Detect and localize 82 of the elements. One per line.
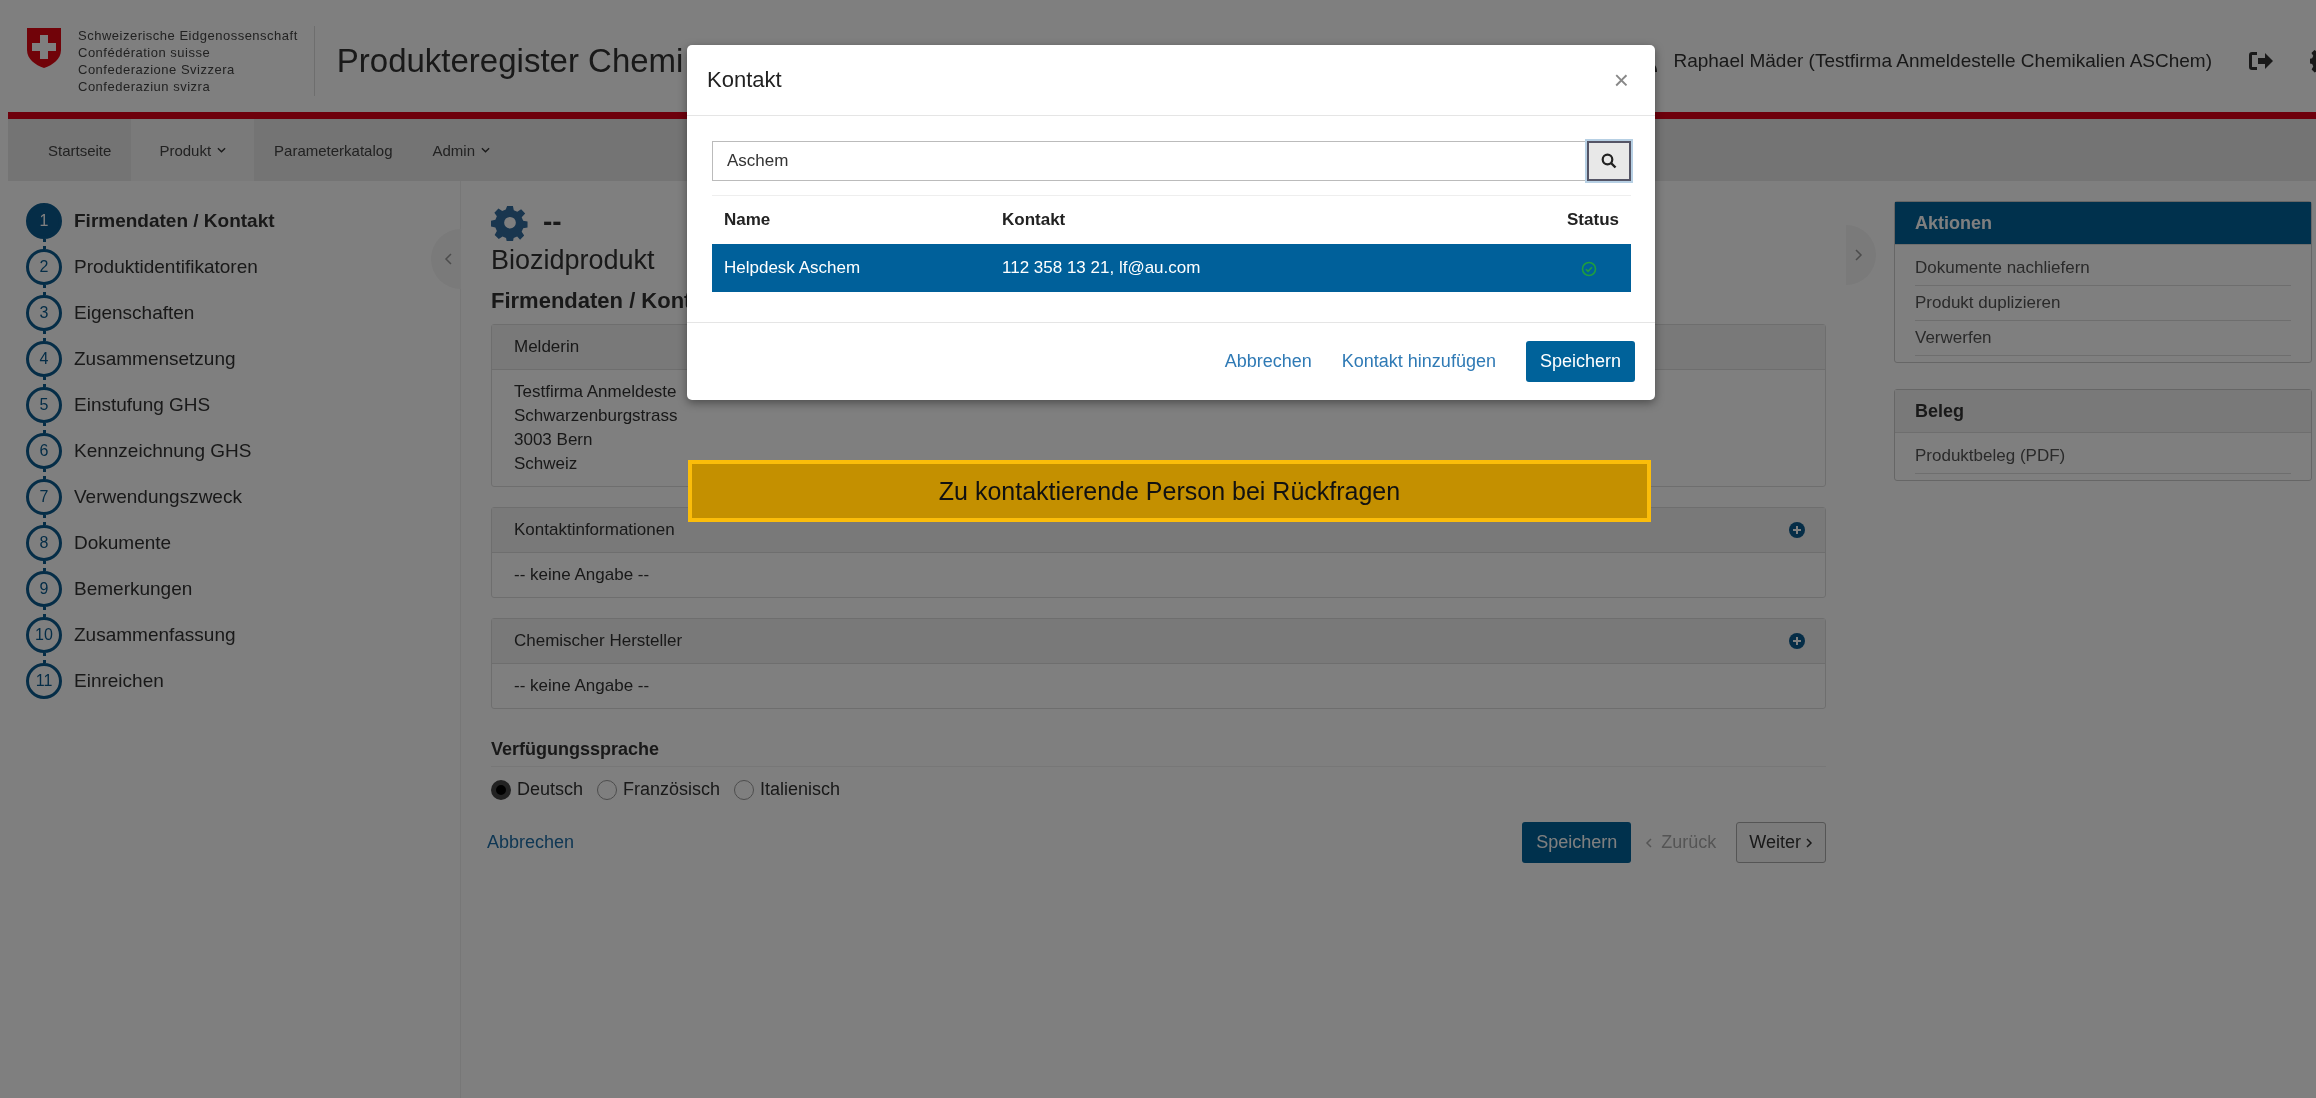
- step-label[interactable]: Zusammenfassung: [74, 624, 236, 646]
- panel-text: Schwarzenburgstrass: [514, 405, 679, 427]
- nav-tab[interactable]: Admin: [412, 119, 510, 181]
- cancel-link[interactable]: Abbrechen: [487, 832, 575, 853]
- step-number[interactable]: 3: [26, 295, 62, 331]
- side-panel-link[interactable]: Dokumente nachliefern: [1915, 251, 2291, 286]
- side-panel-link[interactable]: Produkt duplizieren: [1915, 286, 2291, 321]
- column-header: Status: [1467, 195, 1631, 244]
- step-number[interactable]: 10: [26, 617, 62, 653]
- close-button[interactable]: ×: [1609, 64, 1633, 96]
- step-label[interactable]: Zusammensetzung: [74, 348, 236, 370]
- federation-name: Schweizerische Eidgenossenschaft: [78, 27, 298, 44]
- language-label: Verfügungssprache: [491, 729, 1826, 767]
- panel-text: 3003 Bern: [514, 429, 594, 451]
- panel-text: -- keine Angabe --: [514, 675, 651, 697]
- nav-tab[interactable]: Startseite: [28, 119, 132, 181]
- swiss-flag-icon: [26, 27, 62, 69]
- side-panel-title: Aktionen: [1895, 202, 2311, 245]
- federation-name: Confederaziun svizra: [78, 78, 212, 95]
- panel-title: Melderin: [514, 337, 580, 357]
- federation-name: Confédération suisse: [78, 44, 212, 61]
- panel-text: -- keine Angabe --: [514, 564, 651, 586]
- step-label[interactable]: Produktidentifikatoren: [74, 256, 258, 278]
- step-label[interactable]: Firmendaten / Kontakt: [74, 210, 275, 232]
- dialog-link[interactable]: Abbrechen: [1224, 351, 1312, 372]
- panel-text: Testfirma Anmeldeste: [514, 381, 678, 403]
- nav-tab[interactable]: Produkt: [131, 119, 255, 181]
- caret-icon[interactable]: [217, 147, 227, 153]
- radio-button[interactable]: [491, 779, 511, 800]
- step-number[interactable]: 5: [26, 387, 62, 423]
- search-button[interactable]: [1587, 141, 1631, 181]
- table-cell: Helpdesk Aschem: [712, 244, 990, 292]
- side-panel-link[interactable]: Verwerfen: [1915, 321, 2291, 356]
- step-label[interactable]: Einstufung GHS: [74, 394, 211, 416]
- column-header: Name: [712, 195, 990, 244]
- chevron-left-icon: [1645, 836, 1654, 849]
- step-number[interactable]: 8: [26, 525, 62, 561]
- radio-label[interactable]: Deutsch: [517, 779, 584, 800]
- dialog-title: Kontakt: [707, 67, 782, 93]
- step-number[interactable]: 2: [26, 249, 62, 285]
- step-label[interactable]: Einreichen: [74, 670, 164, 692]
- add-icon[interactable]: [1789, 522, 1805, 538]
- side-panel-link[interactable]: Produktbeleg (PDF): [1915, 439, 2291, 474]
- step-label[interactable]: Bemerkungen: [74, 578, 193, 600]
- logout-icon[interactable]: [2248, 50, 2274, 72]
- radio-label[interactable]: Französisch: [623, 779, 721, 800]
- gear-icon: [491, 203, 529, 241]
- radio-label[interactable]: Italienisch: [760, 779, 841, 800]
- side-panel-title: Beleg: [1895, 390, 2311, 433]
- add-icon[interactable]: [1789, 633, 1805, 649]
- panel-text: Schweiz: [514, 453, 579, 475]
- dialog-link[interactable]: Kontakt hinzufügen: [1341, 351, 1496, 372]
- step-number[interactable]: 6: [26, 433, 62, 469]
- step-number[interactable]: 4: [26, 341, 62, 377]
- step-label[interactable]: Kennzeichnung GHS: [74, 440, 252, 462]
- caret-icon[interactable]: [481, 147, 490, 153]
- user-name[interactable]: Raphael Mäder (Testfirma Anmeldestelle Chemikalien ASChem): [1673, 50, 2212, 72]
- search-field[interactable]: Aschem: [712, 141, 1587, 181]
- step-label[interactable]: Eigenschaften: [74, 302, 195, 324]
- table-cell: 112 358 13 21, lf@au.com: [990, 244, 1468, 292]
- step-number[interactable]: 9: [26, 571, 62, 607]
- table-row[interactable]: Helpdesk Aschem 112 358 13 21, lf@au.com: [712, 244, 1631, 292]
- step-number[interactable]: 7: [26, 479, 62, 515]
- annotation-callout: Zu kontaktierende Person bei Rückfragen: [688, 460, 1651, 522]
- app-title: Produkteregister Chemi: [336, 42, 684, 80]
- panel-title: Kontaktinformationen: [514, 520, 675, 540]
- step-label[interactable]: Dokumente: [74, 532, 172, 554]
- product-id: --: [543, 206, 562, 238]
- save-button[interactable]: Speichern: [1522, 822, 1632, 863]
- column-header: Kontakt: [990, 195, 1468, 244]
- chevron-right-icon: [1805, 836, 1813, 849]
- product-type: Biozidprodukt: [491, 245, 655, 276]
- search-icon: [1601, 153, 1617, 169]
- federation-name: Confederazione Svizzera: [78, 61, 236, 78]
- next-button[interactable]: Weiter: [1736, 822, 1826, 863]
- panel-title: Chemischer Hersteller: [514, 631, 683, 651]
- step-label[interactable]: Verwendungszweck: [74, 486, 242, 508]
- step-number[interactable]: 11: [26, 663, 62, 699]
- save-button[interactable]: Speichern: [1525, 341, 1635, 382]
- check-circle-icon: [1581, 260, 1597, 277]
- step-number[interactable]: 1: [26, 203, 62, 239]
- nav-tab[interactable]: Parameterkatalog: [254, 119, 413, 181]
